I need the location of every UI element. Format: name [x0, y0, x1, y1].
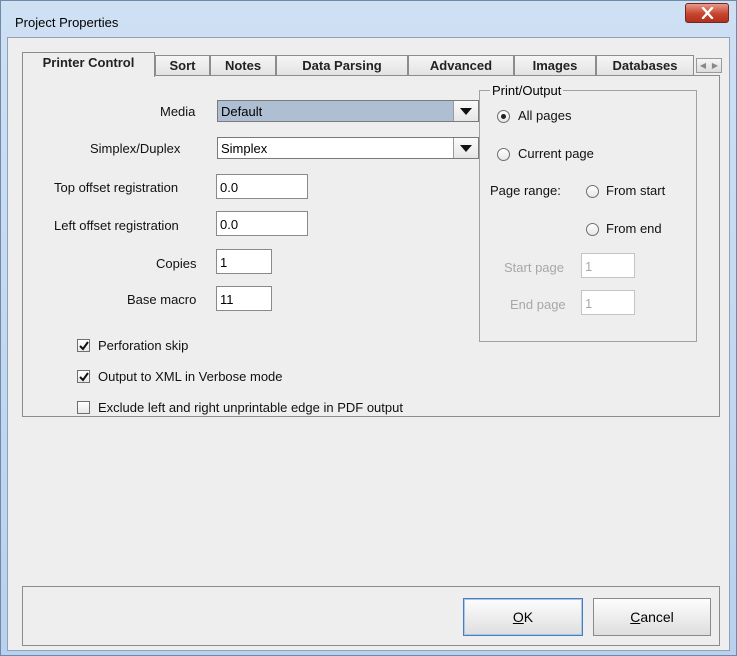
page-range-label: Page range: — [490, 183, 561, 198]
duplex-combo[interactable]: Simplex — [217, 137, 479, 159]
start-page-input[interactable]: 1 — [581, 253, 635, 278]
cancel-label: ancel — [640, 609, 674, 625]
media-value: Default — [221, 104, 263, 119]
duplex-label: Simplex/Duplex — [90, 141, 181, 156]
tab-label: Printer Control — [42, 55, 135, 70]
tab-notes[interactable]: Notes — [210, 55, 276, 76]
top-offset-label: Top offset registration — [54, 180, 179, 195]
tab-label: Data Parsing — [302, 58, 382, 73]
tab-databases[interactable]: Databases — [596, 55, 694, 76]
media-label: Media — [160, 104, 196, 119]
chevron-down-icon — [460, 145, 472, 152]
scroll-left-icon[interactable]: ◀ — [697, 59, 709, 72]
from-start-label[interactable]: From start — [606, 183, 665, 198]
from-start-radio[interactable] — [586, 185, 599, 198]
title-bar[interactable]: Project Properties — [1, 1, 736, 35]
base-macro-input[interactable]: 11 — [216, 286, 272, 311]
tab-label: Advanced — [429, 58, 493, 73]
top-offset-input[interactable]: 0.0 — [216, 174, 308, 199]
close-button[interactable] — [685, 3, 729, 23]
copies-input[interactable]: 1 — [216, 249, 272, 274]
perforation-skip-label[interactable]: Perforation skip — [98, 338, 188, 353]
copies-label: Copies — [156, 256, 197, 271]
tab-label: Sort — [169, 58, 196, 73]
printer-control-panel: Media Default Simplex/Duplex Simplex Top… — [22, 75, 720, 417]
cancel-button[interactable]: Cancel — [593, 598, 711, 636]
duplex-value: Simplex — [221, 141, 268, 156]
project-properties-window: Project Properties Printer Control Sort … — [0, 0, 737, 656]
tab-advanced[interactable]: Advanced — [408, 55, 514, 76]
ok-button[interactable]: OK — [463, 598, 583, 636]
checkmark-icon — [79, 341, 89, 351]
tab-label: Notes — [224, 58, 262, 73]
base-macro-label: Base macro — [127, 292, 197, 307]
tab-label: Databases — [612, 58, 678, 73]
checkmark-icon — [79, 372, 89, 382]
ok-label: K — [523, 609, 534, 625]
all-pages-radio[interactable] — [497, 110, 510, 123]
from-end-label[interactable]: From end — [606, 221, 662, 236]
print-output-title: Print/Output — [490, 83, 564, 98]
left-offset-input[interactable]: 0.0 — [216, 211, 308, 236]
tab-label: Images — [532, 58, 578, 73]
media-dropdown-button[interactable] — [453, 101, 478, 121]
output-xml-checkbox[interactable] — [77, 370, 90, 383]
tab-data-parsing[interactable]: Data Parsing — [276, 55, 408, 76]
button-bar: OK Cancel — [22, 586, 720, 646]
duplex-dropdown-button[interactable] — [453, 138, 478, 158]
dialog-client: Printer Control Sort Notes Data Parsing … — [7, 37, 730, 651]
scroll-right-icon[interactable]: ▶ — [709, 59, 721, 72]
ok-mnemonic: O — [512, 609, 524, 625]
tab-scroll-buttons[interactable]: ◀ ▶ — [696, 58, 722, 73]
start-page-label: Start page — [504, 260, 564, 275]
radio-selected-dot — [501, 114, 506, 119]
print-output-group: Print/Output All pages Current page Page… — [479, 83, 697, 342]
output-xml-label[interactable]: Output to XML in Verbose mode — [98, 369, 283, 384]
left-offset-label: Left offset registration — [54, 218, 179, 233]
current-page-label[interactable]: Current page — [518, 146, 594, 161]
perforation-skip-checkbox[interactable] — [77, 339, 90, 352]
window-title: Project Properties — [15, 15, 119, 30]
all-pages-label[interactable]: All pages — [518, 108, 571, 123]
from-end-radio[interactable] — [586, 223, 599, 236]
tab-sort[interactable]: Sort — [155, 55, 210, 76]
chevron-down-icon — [460, 108, 472, 115]
tab-printer-control[interactable]: Printer Control — [22, 52, 155, 77]
current-page-radio[interactable] — [497, 148, 510, 161]
end-page-input[interactable]: 1 — [581, 290, 635, 315]
close-icon — [701, 7, 714, 19]
exclude-edge-checkbox[interactable] — [77, 401, 90, 414]
cancel-mnemonic: C — [630, 609, 641, 625]
tab-strip: Printer Control Sort Notes Data Parsing … — [22, 52, 722, 77]
exclude-edge-label[interactable]: Exclude left and right unprintable edge … — [98, 400, 403, 415]
media-combo[interactable]: Default — [217, 100, 479, 122]
tab-images[interactable]: Images — [514, 55, 596, 76]
end-page-label: End page — [510, 297, 566, 312]
